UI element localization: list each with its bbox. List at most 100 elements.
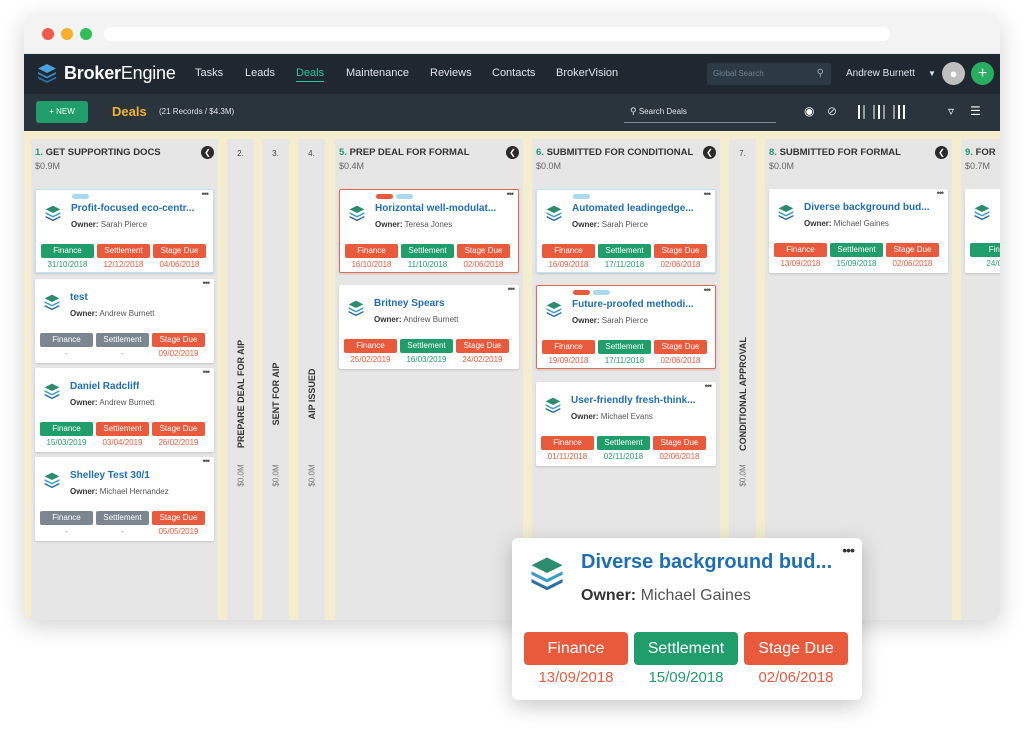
- column-number: 5.: [339, 147, 347, 158]
- deal-card[interactable]: Shelley Test 30/1 Owner: Michael Hernande…: [35, 456, 214, 541]
- column-amount: $0.4M: [339, 161, 365, 171]
- collapse-column-icon[interactable]: ❮: [703, 146, 716, 159]
- owner-name: Michael Gaines: [833, 219, 889, 228]
- nav-reviews[interactable]: Reviews: [430, 67, 472, 79]
- global-search-input[interactable]: Global Search ⚲: [707, 63, 831, 85]
- label-tag: [573, 194, 590, 199]
- nav-tasks[interactable]: Tasks: [195, 67, 223, 79]
- column-number: 6.: [536, 147, 544, 158]
- deal-title[interactable]: Horizontal well-modulat...: [375, 203, 496, 214]
- chevron-down-icon[interactable]: ▼: [928, 69, 936, 78]
- status-badges: Finance Settlement Stage Due: [541, 436, 706, 450]
- deal-card[interactable]: Britney Spears Owner: Andrew Burnett ••• Fi…: [339, 284, 519, 369]
- status-badge: Settlement: [634, 632, 738, 665]
- minimize-window-icon[interactable]: [61, 28, 73, 40]
- column-number: 3.: [272, 149, 279, 158]
- status-badge: Finance: [524, 632, 628, 665]
- close-window-icon[interactable]: [42, 28, 54, 40]
- nav-brokervision[interactable]: BrokerVision: [556, 67, 618, 79]
- status-date: 16/03/2019: [406, 355, 447, 364]
- status-date: 31/10/2018: [47, 260, 88, 269]
- user-name[interactable]: Andrew Burnett: [846, 68, 915, 79]
- brand-logo[interactable]: BrokerEngine: [36, 62, 176, 84]
- add-icon[interactable]: +: [971, 62, 994, 85]
- status-badge: Settlement: [598, 244, 651, 258]
- filter-icon[interactable]: ▿: [948, 104, 954, 118]
- deal-owner: Owner: Andrew Burnett: [374, 315, 458, 324]
- more-options-icon[interactable]: •••: [203, 456, 211, 466]
- status-badge: Stage Due: [152, 333, 205, 347]
- maximize-window-icon[interactable]: [80, 28, 92, 40]
- deal-title[interactable]: Profit-focused eco-centr...: [71, 203, 194, 214]
- more-options-icon[interactable]: •••: [842, 542, 855, 558]
- column-width-icon[interactable]: [858, 105, 905, 119]
- deal-title[interactable]: test: [70, 292, 88, 303]
- nav-maintenance[interactable]: Maintenance: [346, 67, 409, 79]
- column-4: 4. AIP ISSUED $0.0M: [298, 139, 325, 620]
- status-badges: Finance Settlement Stage Due: [40, 333, 205, 347]
- label-tag: [376, 194, 393, 199]
- avatar[interactable]: ●: [942, 62, 965, 85]
- status-badges: Fina: [970, 243, 1000, 257]
- column-title: CONDITIONAL APPROVAL: [737, 337, 748, 451]
- status-date: -: [121, 527, 124, 536]
- deal-card[interactable]: Fina 24/02: [965, 189, 1000, 273]
- deal-title[interactable]: Daniel Radcliff: [70, 381, 139, 392]
- deal-card[interactable]: Profit-focused eco-centr... Owner: Sarah …: [35, 189, 214, 273]
- status-date: 17/11/2018: [604, 260, 645, 269]
- status-date: 13/09/2018: [780, 259, 821, 268]
- deal-title[interactable]: Automated leadingedge...: [572, 203, 694, 214]
- collapse-column-icon[interactable]: ❮: [506, 146, 519, 159]
- more-options-icon[interactable]: •••: [937, 188, 945, 198]
- owner-label: Owner:: [71, 220, 99, 229]
- deal-title[interactable]: Britney Spears: [374, 298, 445, 309]
- more-options-icon[interactable]: •••: [203, 367, 211, 377]
- owner-name: Andrew Burnett: [99, 398, 155, 407]
- more-options-icon[interactable]: •••: [508, 284, 516, 294]
- zoomed-deal-card[interactable]: Diverse background bud... Owner: Michael…: [512, 538, 862, 700]
- list-view-icon[interactable]: ☰: [970, 104, 981, 118]
- more-options-icon[interactable]: •••: [705, 381, 713, 391]
- more-options-icon[interactable]: •••: [507, 189, 515, 199]
- more-options-icon[interactable]: •••: [704, 285, 712, 295]
- address-bar[interactable]: [104, 27, 890, 41]
- deal-title[interactable]: Future-proofed methodi...: [572, 299, 694, 310]
- status-date: 25/02/2019: [350, 355, 391, 364]
- label-tags: [376, 194, 413, 199]
- deal-card[interactable]: User-friendly fresh-think... Owner: Micha…: [536, 381, 716, 466]
- nav-contacts[interactable]: Contacts: [492, 67, 535, 79]
- column-amount: $0.0M: [769, 161, 795, 171]
- more-options-icon[interactable]: •••: [202, 189, 210, 199]
- zoom-card-title[interactable]: Diverse background bud...: [581, 551, 832, 574]
- deal-card[interactable]: Diverse background bud... Owner: Michael …: [769, 188, 948, 273]
- deal-card[interactable]: test Owner: Andrew Burnett ••• Finance Settl…: [35, 278, 214, 363]
- status-badge: Finance: [774, 243, 827, 257]
- deal-card[interactable]: Daniel Radcliff Owner: Andrew Burnett ••• F…: [35, 367, 214, 452]
- eye-icon[interactable]: ◉: [804, 104, 814, 118]
- deal-card[interactable]: Automated leadingedge... Owner: Sarah Pie…: [536, 189, 716, 273]
- deal-title[interactable]: Shelley Test 30/1: [70, 470, 150, 481]
- nav-leads[interactable]: Leads: [245, 67, 275, 79]
- deal-card[interactable]: Horizontal well-modulat... Owner: Teresa …: [339, 189, 519, 273]
- status-badge: Settlement: [598, 340, 651, 354]
- new-deal-button[interactable]: + NEW: [36, 101, 88, 123]
- hidden-eye-icon[interactable]: ⊘: [827, 104, 837, 118]
- collapse-column-icon[interactable]: ❮: [935, 146, 948, 159]
- deal-card[interactable]: Future-proofed methodi... Owner: Sarah Pi…: [536, 285, 716, 369]
- more-options-icon[interactable]: •••: [203, 278, 211, 288]
- status-date: 11/10/2018: [407, 260, 448, 269]
- status-badge: Finance: [40, 511, 93, 525]
- column-amount: $0.0M: [236, 464, 245, 487]
- more-options-icon[interactable]: •••: [704, 189, 712, 199]
- status-badges: Finance Settlement Stage Due: [345, 244, 510, 258]
- collapse-column-icon[interactable]: ❮: [201, 146, 214, 159]
- status-date: 15/09/2018: [836, 259, 877, 268]
- column-amount: $0.0M: [271, 464, 280, 487]
- deal-title[interactable]: User-friendly fresh-think...: [571, 395, 695, 406]
- nav-deals[interactable]: Deals: [296, 67, 325, 82]
- deal-title[interactable]: Diverse background bud...: [804, 202, 930, 213]
- status-dates: 25/02/2019 16/03/2019 24/02/2019: [344, 355, 509, 364]
- column-number: 4.: [308, 149, 315, 158]
- brand-name-light: Engine: [120, 62, 176, 83]
- search-deals-input[interactable]: ⚲ Search Deals: [624, 106, 776, 123]
